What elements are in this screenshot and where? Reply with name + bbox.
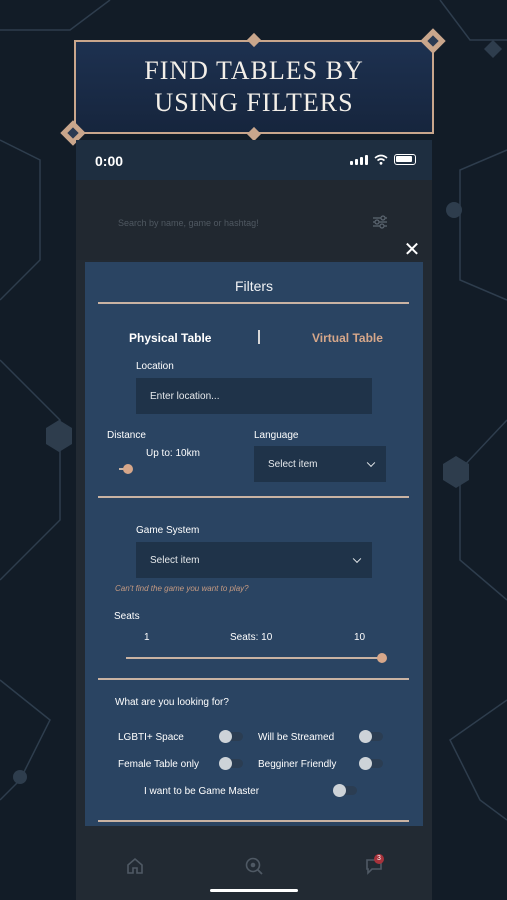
option-will-be-streamed-label: Will be Streamed	[258, 732, 335, 743]
distance-label: Distance	[107, 430, 146, 441]
distance-slider-handle[interactable]	[123, 464, 133, 474]
filter-sliders-icon[interactable]	[372, 214, 388, 230]
option-game-master-label: I want to be Game Master	[144, 786, 260, 797]
divider	[98, 496, 409, 498]
close-icon[interactable]: ✕	[402, 240, 422, 260]
game-system-selected: Select item	[150, 554, 200, 566]
status-bar: 0:00	[76, 140, 432, 180]
toggle-beginner-friendly[interactable]	[359, 757, 383, 770]
divider	[98, 820, 409, 822]
game-system-select[interactable]: Select item	[136, 542, 372, 578]
seats-max: 10	[354, 632, 366, 643]
divider	[98, 302, 409, 304]
seats-value: Seats: 10	[230, 632, 273, 643]
location-label: Location	[136, 361, 174, 372]
option-beginner-friendly-label: Begginer Friendly	[258, 759, 337, 770]
option-lgbti-space-label: LGBTI+ Space	[118, 732, 184, 743]
status-time: 0:00	[95, 153, 124, 169]
toggle-game-master[interactable]	[333, 784, 357, 797]
seats-slider-track[interactable]	[126, 657, 382, 659]
seats-min: 1	[144, 632, 150, 643]
phone-screen: 0:00 Search by name, game or hashtag! ✕ …	[76, 140, 432, 900]
location-input[interactable]: Enter location...	[136, 378, 372, 414]
toggle-will-be-streamed[interactable]	[359, 730, 383, 743]
language-selected: Select item	[268, 458, 318, 470]
seats-slider-handle[interactable]	[377, 653, 387, 663]
discover-icon[interactable]	[244, 856, 264, 876]
chat-badge: 3	[374, 854, 384, 864]
status-icons	[350, 154, 416, 165]
seats-label: Seats	[114, 611, 140, 622]
divider	[98, 678, 409, 680]
wifi-icon	[374, 154, 388, 165]
tab-physical-table[interactable]: Physical Table	[129, 331, 211, 345]
banner-title: FIND TABLES BY USING FILTERS	[144, 56, 364, 117]
tab-separator	[258, 330, 260, 344]
search-input[interactable]: Search by name, game or hashtag!	[118, 218, 259, 228]
battery-icon	[394, 154, 416, 165]
chevron-down-icon	[366, 458, 376, 468]
game-not-found-link[interactable]: Can't find the game you want to play?	[115, 584, 249, 593]
home-indicator	[210, 889, 298, 892]
option-female-table-label: Female Table only	[118, 759, 199, 770]
location-placeholder: Enter location...	[150, 390, 220, 402]
looking-for-label: What are you looking for?	[115, 697, 229, 708]
chevron-down-icon	[352, 554, 362, 564]
language-label: Language	[254, 430, 299, 441]
filters-title: Filters	[234, 278, 274, 294]
tab-virtual-table[interactable]: Virtual Table	[312, 331, 383, 345]
distance-value: Up to: 10km	[146, 448, 200, 459]
game-system-label: Game System	[136, 525, 200, 536]
signal-icon	[350, 155, 368, 165]
toggle-lgbti-space[interactable]	[219, 730, 243, 743]
promo-banner: FIND TABLES BY USING FILTERS	[74, 40, 434, 134]
toggle-female-table[interactable]	[219, 757, 243, 770]
filters-panel: Filters Physical Table Virtual Table Loc…	[85, 262, 423, 826]
home-icon[interactable]	[125, 856, 145, 876]
language-select[interactable]: Select item	[254, 446, 386, 482]
